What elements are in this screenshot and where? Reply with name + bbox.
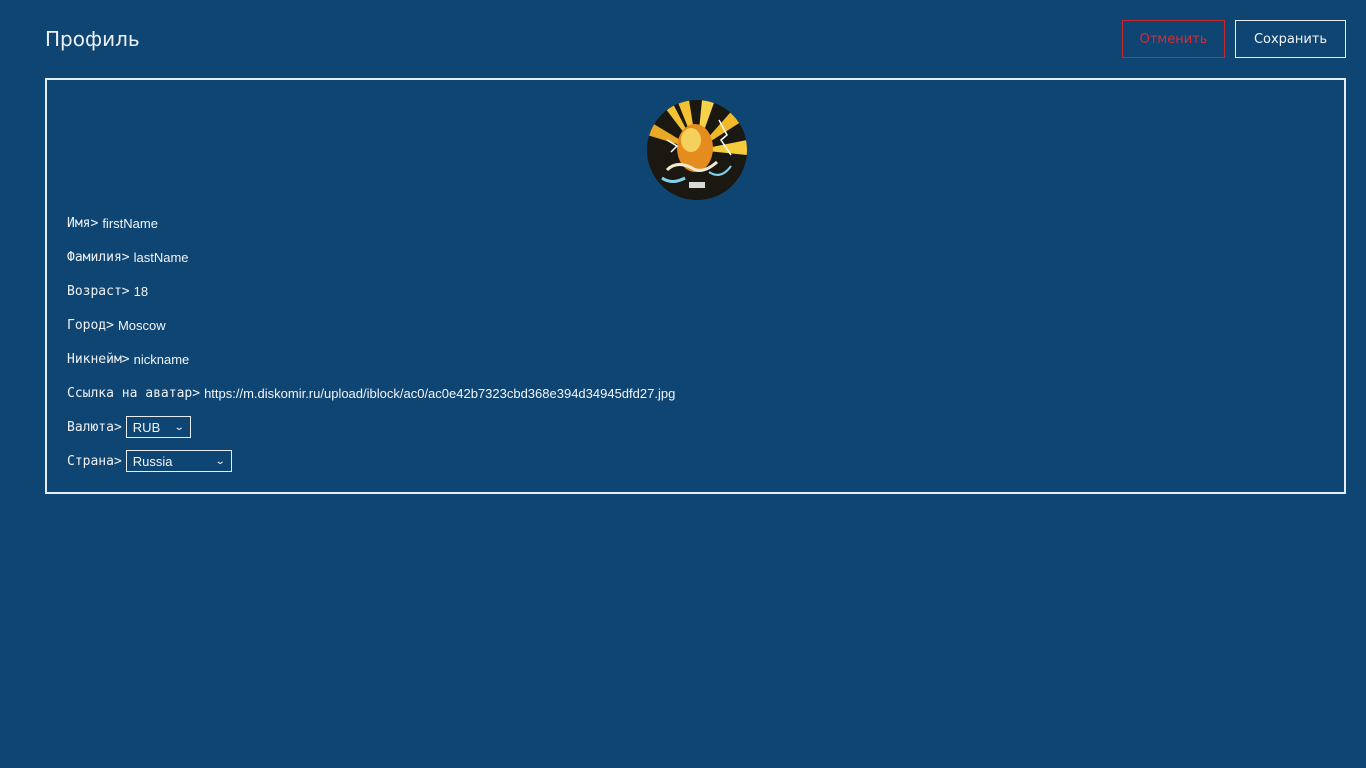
avatar-image — [647, 100, 747, 200]
last-name-row: Фамилия> lastName — [67, 245, 189, 269]
country-row: Страна> Russia ⌄ — [67, 449, 232, 473]
avatar-link-row: Ссылка на аватар> https://m.diskomir.ru/… — [67, 381, 675, 405]
currency-row: Валюта> RUB ⌄ — [67, 415, 191, 439]
avatar-link-label: Ссылка на аватар> — [67, 385, 201, 401]
first-name-label: Имя> — [67, 215, 99, 231]
avatar — [647, 100, 747, 200]
age-row: Возраст> 18 — [67, 279, 148, 303]
chevron-down-icon: ⌄ — [215, 455, 227, 467]
profile-card: Имя> firstName Фамилия> lastName Возраст… — [45, 78, 1346, 494]
first-name-value[interactable]: firstName — [102, 216, 158, 231]
last-name-value[interactable]: lastName — [134, 250, 189, 265]
currency-selected: RUB — [132, 419, 161, 435]
country-selected: Russia — [132, 453, 173, 469]
country-select[interactable]: Russia ⌄ — [125, 450, 232, 472]
cancel-button[interactable]: Отменить — [1122, 20, 1225, 58]
last-name-label: Фамилия> — [67, 249, 130, 265]
save-button[interactable]: Сохранить — [1235, 20, 1346, 58]
city-row: Город> Moscow — [67, 313, 166, 337]
city-label: Город> — [67, 317, 114, 333]
nickname-label: Никнейм> — [67, 351, 130, 367]
currency-select[interactable]: RUB ⌄ — [125, 416, 191, 438]
avatar-link-value[interactable]: https://m.diskomir.ru/upload/iblock/ac0/… — [204, 386, 675, 401]
page-title: Профиль — [45, 27, 140, 51]
country-label: Страна> — [67, 453, 122, 469]
currency-label: Валюта> — [67, 419, 122, 435]
nickname-row: Никнейм> nickname — [67, 347, 189, 371]
age-value[interactable]: 18 — [134, 284, 148, 299]
age-label: Возраст> — [67, 283, 130, 299]
nickname-value[interactable]: nickname — [134, 352, 190, 367]
chevron-down-icon: ⌄ — [174, 421, 186, 433]
city-value[interactable]: Moscow — [118, 318, 166, 333]
first-name-row: Имя> firstName — [67, 211, 158, 235]
